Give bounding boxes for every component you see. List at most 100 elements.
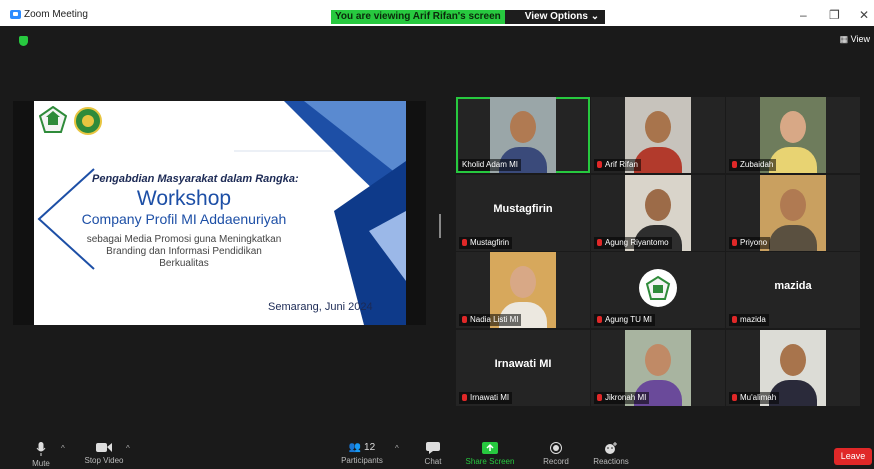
muted-mic-icon <box>462 316 467 323</box>
share-screen-button[interactable]: Share Screen <box>462 442 518 466</box>
participant-tile[interactable]: Mu'alimah <box>726 330 860 406</box>
muted-mic-icon <box>732 161 737 168</box>
shared-slide: Pengabdian Masyarakat dalam Rangka: Work… <box>34 101 406 325</box>
participants-count: 12 <box>364 442 376 453</box>
participant-face <box>780 189 806 221</box>
participant-face <box>510 111 536 143</box>
participant-tile[interactable]: Mustagfirin Mustagfirin <box>456 175 590 251</box>
title-bar: Zoom Meeting You are viewing Arif Rifan'… <box>0 0 874 26</box>
participant-tile[interactable]: Agung Riyantomo <box>591 175 725 251</box>
muted-mic-icon <box>732 394 737 401</box>
participant-name: mazida <box>740 315 766 324</box>
record-button[interactable]: Record <box>538 442 574 466</box>
muted-mic-icon <box>732 239 737 246</box>
shield-icon[interactable] <box>19 36 28 46</box>
participant-display-name: Irnawati MI <box>494 358 552 370</box>
school-logo-icon <box>39 106 67 133</box>
muted-mic-icon <box>462 394 467 401</box>
participant-tile[interactable]: Agung TU MI <box>591 252 725 328</box>
view-options-button[interactable]: View Options ⌄ <box>504 10 606 24</box>
participant-body <box>634 147 682 173</box>
participants-options-caret[interactable]: ^ <box>395 444 399 453</box>
participant-face <box>645 344 671 376</box>
share-banner: You are viewing Arif Rifan's screen View… <box>331 10 606 24</box>
participant-tile[interactable]: Priyono <box>726 175 860 251</box>
share-screen-icon <box>482 442 498 454</box>
mute-button[interactable]: Mute <box>28 442 54 468</box>
chat-button[interactable]: Chat <box>420 442 446 466</box>
view-button[interactable]: ▦ View <box>840 34 870 45</box>
slide-body: sebagai Media Promosi guna Meningkatkan … <box>86 234 282 269</box>
participant-display-name: Mustagfirin <box>493 203 553 215</box>
close-button[interactable]: ✕ <box>859 8 869 22</box>
participant-name: Mustagfirin <box>470 238 510 247</box>
participant-name: Jikronah MI <box>605 393 647 402</box>
participant-tile[interactable]: Jikronah MI <box>591 330 725 406</box>
participant-name-label: Mu'alimah <box>729 392 780 404</box>
participant-display-name: mazida <box>774 280 812 292</box>
participant-name-label: mazida <box>729 314 769 326</box>
participant-tile[interactable]: mazida mazida <box>726 252 860 328</box>
participants-button[interactable]: 👥 12 Participants <box>335 442 389 465</box>
participant-name-label: Arif Rifan <box>594 159 641 171</box>
panel-splitter[interactable] <box>439 214 441 238</box>
participant-name: Priyono <box>740 238 768 247</box>
participant-name-label: Nadia Listi MI <box>459 314 522 326</box>
leave-button[interactable]: Leave <box>834 448 872 465</box>
muted-mic-icon <box>732 316 737 323</box>
participant-name-label: Jikronah MI <box>594 392 650 404</box>
muted-mic-icon <box>597 316 602 323</box>
share-banner-message: You are viewing Arif Rifan's screen <box>331 10 505 24</box>
participant-tile[interactable]: Kholid Adam MI <box>456 97 590 173</box>
grid-view-icon: ▦ <box>839 34 849 44</box>
window-title: Zoom Meeting <box>24 9 88 20</box>
participant-name: Kholid Adam MI <box>462 160 519 169</box>
participant-face <box>510 266 536 298</box>
slide-intro: Pengabdian Masyarakat dalam Rangka: <box>92 173 299 185</box>
participant-name: Mu'alimah <box>740 393 777 402</box>
participant-face <box>645 189 671 221</box>
participant-tile[interactable]: Nadia Listi MI <box>456 252 590 328</box>
participant-name-label: Priyono <box>729 237 771 249</box>
reactions-button[interactable]: Reactions <box>589 442 633 466</box>
participant-face <box>780 111 806 143</box>
ministry-logo-icon <box>74 107 102 135</box>
muted-mic-icon <box>597 161 602 168</box>
participant-name: Agung TU MI <box>605 315 652 324</box>
stop-video-button[interactable]: Stop Video <box>78 442 130 465</box>
participant-tile[interactable]: Arif Rifan <box>591 97 725 173</box>
reactions-icon <box>605 442 617 454</box>
participant-face <box>645 111 671 143</box>
restore-button[interactable]: ❐ <box>829 8 840 22</box>
participant-name: Nadia Listi MI <box>470 315 519 324</box>
muted-mic-icon <box>597 394 602 401</box>
video-options-caret[interactable]: ^ <box>126 444 130 453</box>
participant-name: Zubaidah <box>740 160 774 169</box>
audio-options-caret[interactable]: ^ <box>61 444 65 453</box>
participant-name: Irnawati MI <box>470 393 510 402</box>
muted-mic-icon <box>462 239 467 246</box>
participant-avatar-logo <box>639 269 677 307</box>
slide-subtitle: Company Profil MI Addaenuriyah <box>81 211 287 227</box>
participant-tile[interactable]: Irnawati MI Irnawati MI <box>456 330 590 406</box>
participants-icon: 👥 <box>348 442 362 453</box>
participant-name-label: Agung Riyantomo <box>594 237 672 249</box>
participant-face <box>780 344 806 376</box>
participant-name-label: Irnawati MI <box>459 392 513 404</box>
participant-name-label: Mustagfirin <box>459 237 513 249</box>
chat-icon <box>426 442 440 454</box>
microphone-icon <box>36 442 46 456</box>
zoom-logo-icon <box>10 10 21 19</box>
participant-name-label: Kholid Adam MI <box>459 159 522 171</box>
participant-name-label: Agung TU MI <box>594 314 655 326</box>
camera-icon <box>96 443 112 452</box>
participant-body <box>769 225 817 251</box>
participant-name-label: Zubaidah <box>729 159 777 171</box>
meeting-toolbar: Mute ^ Stop Video ^ 👥 12 Participants ^ … <box>0 440 874 469</box>
record-icon <box>550 442 562 454</box>
participant-name: Arif Rifan <box>605 160 638 169</box>
muted-mic-icon <box>597 239 602 246</box>
minimize-button[interactable]: – <box>800 8 807 22</box>
participant-tile[interactable]: Zubaidah <box>726 97 860 173</box>
slide-title: Workshop <box>136 187 232 210</box>
